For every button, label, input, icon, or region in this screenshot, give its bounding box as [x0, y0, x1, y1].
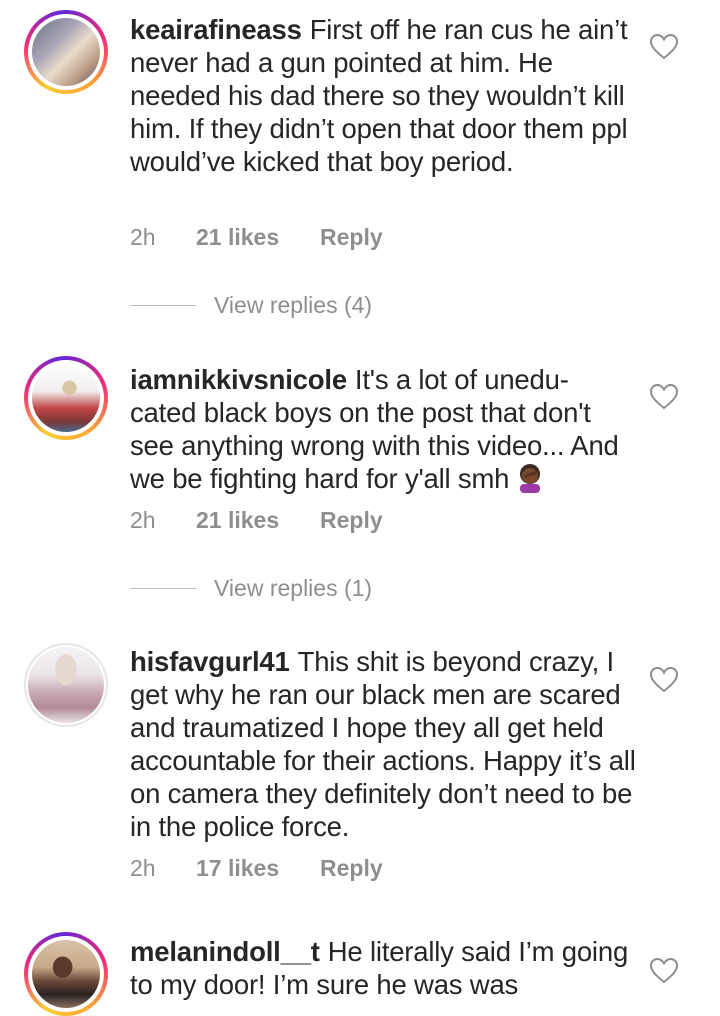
avatar[interactable]	[24, 932, 108, 1016]
comment-body: keairafineass First off he ran cus he ain…	[130, 13, 640, 178]
view-replies-label: View replies (1)	[214, 574, 373, 601]
comment-time: 2h	[130, 223, 156, 250]
reply-button[interactable]: Reply	[320, 507, 383, 534]
comment-likes[interactable]: 17 likes	[196, 855, 320, 882]
heart-outline-icon[interactable]	[650, 958, 678, 984]
comment-time: 2h	[130, 506, 156, 533]
comment-username[interactable]: iamnikkivsnicole	[130, 364, 347, 395]
comment-likes[interactable]: 21 likes	[196, 224, 320, 251]
view-replies-button[interactable]: View replies (4)	[130, 290, 372, 320]
comment-body: melanindoll__t He literally said I’m goin…	[130, 935, 640, 1001]
divider	[130, 587, 196, 589]
heart-outline-icon[interactable]	[650, 667, 678, 693]
woman-facepalming-emoji	[515, 463, 545, 493]
comment-username[interactable]: keairafineass	[130, 14, 302, 45]
divider	[130, 304, 196, 306]
comment-username[interactable]: melanindoll__t	[130, 936, 320, 967]
avatar[interactable]	[24, 643, 108, 727]
heart-outline-icon[interactable]	[650, 34, 678, 60]
comment-meta: 2h 17 likes Reply	[130, 853, 383, 883]
comment-likes[interactable]: 21 likes	[196, 507, 320, 534]
reply-button[interactable]: Reply	[320, 224, 383, 251]
comment-username[interactable]: hisfavgurl41	[130, 646, 290, 677]
view-replies-label: View replies (4)	[214, 291, 373, 318]
comment-time: 2h	[130, 854, 156, 881]
comment-meta: 2h 21 likes Reply	[130, 505, 383, 535]
comment-meta: 2h 21 likes Reply	[130, 222, 383, 252]
comment-body: hisfavgurl41 This shit is beyond crazy, I…	[130, 645, 640, 843]
heart-outline-icon[interactable]	[650, 384, 678, 410]
reply-button[interactable]: Reply	[320, 855, 383, 882]
view-replies-button[interactable]: View replies (1)	[130, 573, 372, 603]
avatar[interactable]	[24, 356, 108, 440]
avatar[interactable]	[24, 10, 108, 94]
comment-body: iamnikkivsnicole It's a lot of unedu- cat…	[130, 363, 640, 495]
